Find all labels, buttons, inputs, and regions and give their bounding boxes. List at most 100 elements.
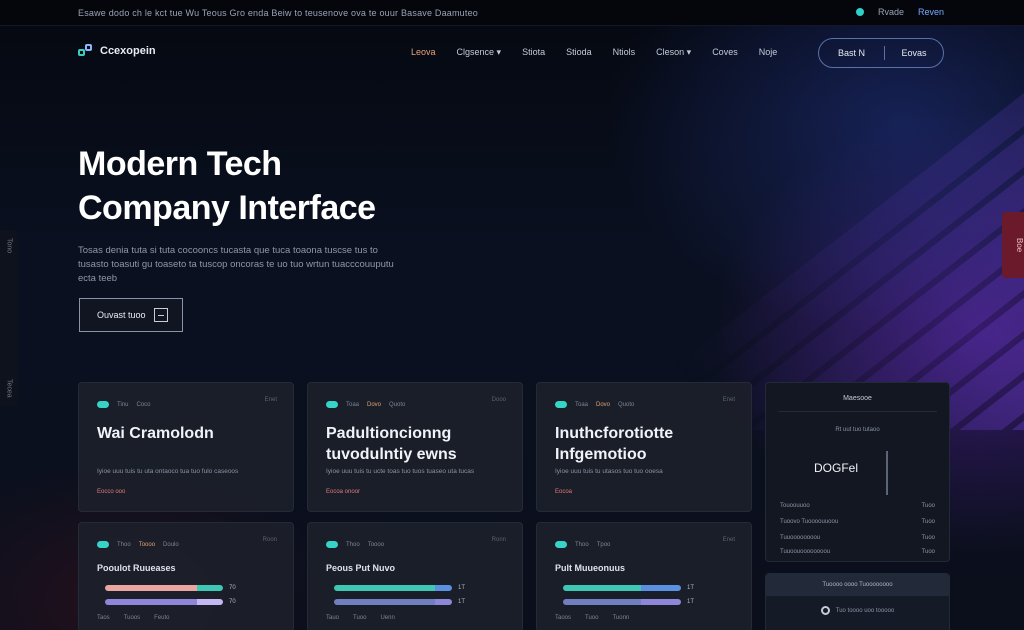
card-more[interactable]: Enet	[265, 397, 277, 403]
metric-labels: Taos Tuoos Feuto	[97, 615, 169, 621]
metric-title: Pult Muueonuus	[555, 563, 625, 573]
metric-bar-row: 1T	[563, 599, 694, 605]
panel-row: Touoouuoo Tuoo	[780, 503, 935, 509]
panel-row-value: Tuoo	[921, 503, 935, 509]
cta-arrow-icon	[153, 308, 168, 322]
gear-icon	[820, 606, 830, 615]
metric-bar-fill	[334, 599, 436, 605]
card-more[interactable]: Enet	[723, 537, 735, 543]
metric-bar-row: 1T	[563, 585, 694, 591]
card-tag: Toaa	[346, 401, 360, 408]
nav-item-6[interactable]: Cleson ▾	[656, 47, 691, 58]
settings-panel-row[interactable]: Tuo toooo uoo tooooo	[766, 606, 949, 615]
card-link[interactable]: Eocco ooo	[97, 489, 125, 495]
card-more[interactable]: Ronn	[492, 537, 506, 543]
hero-section: Modern Tech Company Interface Tosas deni…	[78, 142, 478, 286]
card-tag: Thoo	[575, 541, 589, 548]
metric-bar-value: 1T	[458, 599, 466, 605]
panel-big-value: DOGFel	[814, 461, 859, 475]
metric-label: Tauo	[326, 615, 340, 621]
metric-bar	[334, 599, 452, 605]
nav-button-group: Bast N Eovas	[818, 38, 944, 68]
metric-bar	[563, 599, 681, 605]
right-side-tab[interactable]: Boe	[1002, 212, 1024, 278]
metric-bar-fill	[105, 585, 198, 591]
nav-menu: Leova Clgsence ▾ Stiota Stioda Ntiols Cl…	[411, 47, 798, 58]
stats-panel: Maesooe Rt uut tuo tutaoo DOGFel Touoouu…	[765, 382, 950, 562]
metric-card-2[interactable]: Thoo Toooo Ronn Peous Put Nuvo 1T 1T Tau…	[307, 522, 523, 630]
side-tab-bottom: Tecea	[5, 379, 13, 398]
feature-card-3[interactable]: Toaa Dovo Quoto Enet Inuthcforotiotte In…	[536, 382, 752, 512]
metric-label: Feuto	[154, 615, 170, 621]
nav-primary-button[interactable]: Bast N	[819, 46, 885, 60]
metric-bar	[105, 599, 223, 605]
panel-row: Tuuoooooooou Tuoo	[780, 535, 935, 541]
nav-item-8[interactable]: Noje	[759, 47, 778, 58]
announcement-bar: Esawe dodo ch le kct tue Wu Teous Gro en…	[0, 0, 1024, 26]
metric-label: Taos	[97, 615, 110, 621]
card-tags: Toaa Dovo Quoto	[326, 401, 405, 408]
hero-title-line-1: Modern Tech	[78, 145, 282, 183]
card-tag: Dovo	[367, 401, 382, 408]
metric-bar-value: 70	[229, 599, 236, 605]
hero-description: Tosas denia tuta si tuta cocooncs tucast…	[78, 245, 394, 284]
metric-bar-value: 1T	[687, 599, 695, 605]
metric-title: Peous Put Nuvo	[326, 563, 396, 573]
nav-item-5[interactable]: Ntiols	[613, 47, 636, 58]
card-tag: Toooo	[367, 541, 385, 548]
card-link[interactable]: Eocoa onoor	[326, 489, 360, 495]
card-tag: Dovo	[596, 401, 611, 408]
settings-panel[interactable]: Tuoooo oooo Tuoooooooo Tuo toooo uoo too…	[765, 573, 950, 630]
metric-bar-value: 70	[229, 585, 236, 591]
settings-panel-header: Tuoooo oooo Tuoooooooo	[766, 574, 949, 596]
nav-item-7[interactable]: Coves	[712, 47, 738, 58]
metric-label: Tuoo	[585, 615, 599, 621]
card-description: Iyioe uuu tuis tu uta ontaoco tua tuo fu…	[97, 468, 239, 475]
nav-item-3[interactable]: Stiota	[522, 47, 545, 58]
metric-card-3[interactable]: Thoo Tpoo Enet Pult Muueonuus 1T 1T Taoo…	[536, 522, 752, 630]
tag-pill-icon	[555, 541, 567, 548]
metric-label: Tuonn	[612, 615, 630, 621]
brand-name: Ccexopein	[100, 45, 156, 57]
metric-card-1[interactable]: Thoo Toooo Doulo Roon Pooulot Ruueases 7…	[78, 522, 294, 630]
hero-cta-button[interactable]: Ouvast tuoo	[79, 298, 183, 332]
main-nav: Ccexopein Leova Clgsence ▾ Stiota Stioda…	[78, 38, 944, 68]
card-tags: Tinu Coco	[97, 401, 150, 408]
panel-row-label: Touoouuoo	[780, 503, 810, 509]
topbar-link-2[interactable]: Reven	[918, 7, 944, 17]
card-more[interactable]: Enet	[723, 397, 735, 403]
panel-row-value: Tuoo	[921, 519, 935, 525]
card-description: Iyioe uuu tuis tu utasos tuo tuo ooesa	[555, 468, 663, 475]
panel-row-value: Tuoo	[921, 535, 935, 541]
metric-bar-fill	[563, 585, 641, 591]
metric-bar-value: 1T	[687, 585, 695, 591]
card-tag: Tpoo	[596, 541, 611, 548]
metric-label: Uenn	[380, 615, 395, 621]
panel-row-value: Tuoo	[921, 549, 935, 555]
brand-logo[interactable]: Ccexopein	[78, 44, 156, 58]
card-tag: Toaa	[575, 401, 589, 408]
card-more[interactable]: Dooo	[492, 397, 506, 403]
card-title: Padultioncionng tuvodulntiy ewns	[326, 425, 457, 463]
nav-item-4[interactable]: Stioda	[566, 47, 592, 58]
panel-row: Tuoovo Tuoooouuoou Tuoo	[780, 519, 935, 525]
metric-bar-fill	[563, 599, 641, 605]
card-tags: Thoo Tpoo	[555, 541, 610, 548]
nav-item-2[interactable]: Clgsence ▾	[457, 47, 502, 58]
feature-card-2[interactable]: Toaa Dovo Quoto Dooo Padultioncionng tuv…	[307, 382, 523, 512]
feature-card-1[interactable]: Tinu Coco Enet Wai Cramolodn Iyioe uuu t…	[78, 382, 294, 512]
left-side-tab[interactable]: Tono Tecea	[0, 230, 18, 406]
nav-secondary-button[interactable]: Eovas	[885, 48, 943, 58]
card-tag: Thoo	[117, 541, 131, 548]
metric-bar-row: 70	[105, 585, 236, 591]
topbar-link-1[interactable]: Rvade	[878, 7, 904, 17]
topbar-actions: Rvade Reven	[855, 7, 944, 17]
metric-label: Taoos	[555, 615, 572, 621]
card-link[interactable]: Eocoa	[555, 489, 572, 495]
card-tags: Thoo Toooo Doulo	[97, 541, 179, 548]
nav-item-1[interactable]: Leova	[411, 47, 436, 58]
tag-pill-icon	[326, 541, 338, 548]
card-more[interactable]: Roon	[263, 537, 277, 543]
metric-bar-row: 1T	[334, 599, 465, 605]
status-dot-icon	[855, 8, 864, 16]
